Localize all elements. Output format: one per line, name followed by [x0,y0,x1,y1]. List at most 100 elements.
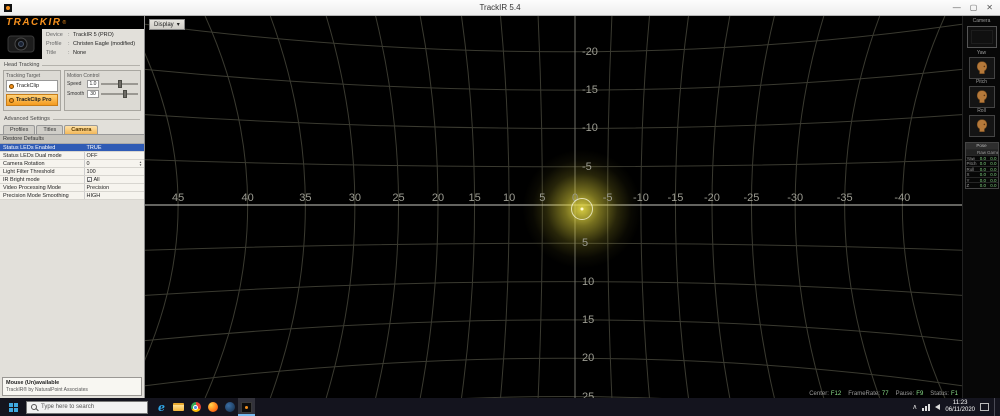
grid-line [711,16,731,398]
x-axis-tick-label: 40 [241,192,254,204]
device-info-row: Profile: Christen Eagle (modified) [46,40,142,49]
slider-track[interactable] [101,90,138,98]
head-tracking-section-header: Head Tracking [0,59,144,69]
volume-icon[interactable] [935,404,941,410]
settings-row[interactable]: Precision Mode Smoothing HIGH [0,192,144,200]
maximize-button[interactable]: ▢ [970,3,978,12]
spinner-down-icon[interactable]: ▼ [139,163,142,167]
grid-line [500,16,510,398]
pose-table-cell: Y [966,177,970,182]
search-placeholder: Type here to search [41,404,95,410]
x-axis-tick-label: 15 [468,192,481,204]
setting-value-text: 0 [86,160,90,167]
display-dropdown-label: Display [154,21,174,28]
axis-indicator-roll: Roll [968,108,995,137]
slider-label: Speed [67,81,82,87]
status-item: Pause: F9 [896,391,924,397]
axis-indicator-label: Pitch [975,79,988,85]
head-icon [976,61,987,74]
firefox-icon [207,402,218,412]
taskbar: Type here to search e ∧ 11:23 06/11/2020 [0,398,1000,416]
motion-slider-row: Smooth 30 [67,90,138,98]
setting-value-text: TRUE [86,144,102,151]
settings-row[interactable]: IR Bright mode ✓ All [0,176,144,184]
camera-preview-thumbnail[interactable] [966,26,997,48]
axis-indicator-yaw: Yaw [968,50,995,79]
grid-line [145,23,962,53]
tab-profiles[interactable]: Profiles [3,125,36,134]
checkbox-checked-icon[interactable]: ✓ [86,177,92,183]
axis-indicator-label: Yaw [976,50,987,56]
setting-label: Status LEDs Enabled [3,144,56,151]
grid-line [325,16,356,398]
tray-clock[interactable]: 11:23 06/11/2020 [945,400,975,415]
slider-label: Smooth [67,91,85,97]
taskbar-icon-edge[interactable]: e [153,398,170,416]
tray-expand-icon[interactable]: ∧ [912,403,917,411]
camera-preview-label: Camera [972,18,991,24]
taskbar-icon-trackir[interactable] [238,398,255,416]
device-info-label: Profile [46,40,62,47]
device-info-area: Device: TrackIR 5 (PRO) Profile: Christen E… [0,29,144,59]
y-axis-tick-label: 20 [582,352,595,365]
head-icon [976,119,987,132]
right-status-panel: Camera YawPitchRoll PoseRawGameYaw0.00.0… [962,16,1000,398]
grid-line [145,357,962,387]
minimize-button[interactable]: — [953,3,961,12]
pose-table-cell: 0.0 [990,155,997,160]
brand-logo-bar: TRACKIR ® [0,16,144,29]
hotkey-status-strip: Center: F12 FrameRate: 77 Pause: F9 Status: F1 [809,391,958,397]
device-info-row: Title: None [46,49,142,58]
settings-row[interactable]: Camera Rotation 0 ▲ ▼ [0,160,144,168]
slider-track[interactable] [101,80,138,88]
setting-value: 100 [83,168,144,175]
network-icon[interactable] [922,403,931,411]
device-info-rows: Device: TrackIR 5 (PRO) Profile: Christen E… [42,29,144,59]
taskbar-search-input[interactable]: Type here to search [26,400,148,414]
taskbar-icon-file-explorer[interactable] [170,398,187,416]
file-explorer-icon [173,403,184,411]
grid-line [269,16,306,398]
taskbar-icon-steam[interactable] [221,398,238,416]
chevron-down-icon: ▾ [176,22,180,28]
tray-date: 06/11/2020 [945,407,975,413]
tab-camera[interactable]: Camera [64,125,99,134]
pose-table-column-header: Raw [976,150,986,155]
footer-note-text: TrackIR® by NaturalPoint Associates [6,387,88,393]
pose-table-cell: 0.0 [990,177,997,182]
tracking-target-option[interactable]: TrackClip Pro [6,94,58,106]
settings-row[interactable]: Video Processing Mode Precision [0,184,144,192]
taskbar-icon-chrome[interactable] [187,398,204,416]
motion-slider-row: Speed 1.0 [67,80,138,88]
pose-table-row: X 0.0 0.0 [965,171,998,177]
slider-thumb[interactable] [123,90,128,98]
start-button[interactable] [0,398,26,416]
settings-row[interactable]: Status LEDs Dual mode OFF [0,152,144,160]
x-axis-tick-label: 45 [171,192,185,204]
device-info-label: Title [46,49,57,56]
camera-settings-table: Status LEDs Enabled TRUE Status LEDs Dual … [0,144,144,200]
pose-table-cell: 0.0 [979,177,986,182]
settings-row[interactable]: Light Filter Threshold 100 [0,168,144,176]
slider-thumb[interactable] [117,80,122,88]
pose-table-header: RawGame [965,149,998,155]
setting-value-text: OFF [86,152,98,159]
close-button[interactable]: ✕ [986,3,993,12]
tab-titles[interactable]: Titles [36,125,64,134]
pose-table-row: Pitch 0.0 0.0 [965,160,998,166]
window-content: TRACKIR ® Device: TrackIR 5 (PRO) Profile:… [0,16,1000,398]
pose-table-column-header [966,150,977,155]
pose-table-row: Y 0.0 0.0 [965,176,998,182]
titlebar: TrackIR 5.4 — ▢ ✕ [0,0,1000,16]
x-axis-tick-label: 25 [392,192,405,204]
steam-icon [224,402,235,412]
restore-defaults-button[interactable]: Restore Defaults [0,135,144,144]
tracking-target-option[interactable]: TrackClip [6,80,58,92]
show-desktop-button[interactable] [994,398,998,416]
settings-row[interactable]: Status LEDs Enabled TRUE [0,144,144,152]
taskbar-icon-firefox[interactable] [204,398,221,416]
spinner-stepper[interactable]: ▲ ▼ [139,160,142,167]
display-dropdown[interactable]: Display ▾ [149,19,185,30]
settings-tabs: Profiles Titles Camera [0,123,144,135]
notification-center-icon[interactable] [980,403,989,411]
